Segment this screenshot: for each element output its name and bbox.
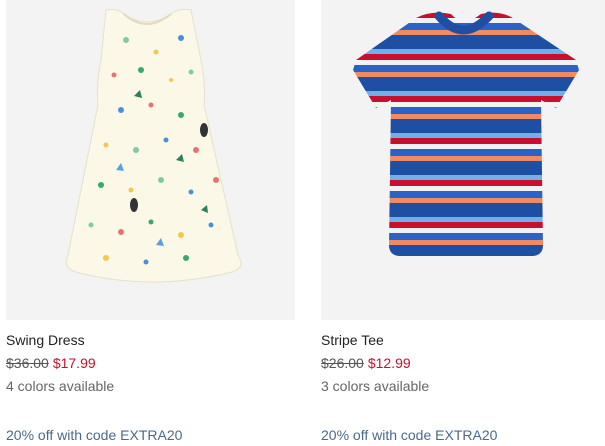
product-card-swing-dress[interactable]: Swing Dress $36.00 $17.99 4 colors availa… — [6, 0, 295, 446]
colors-available[interactable]: 3 colors available — [321, 378, 429, 395]
sale-price: $12.99 — [367, 355, 411, 371]
sale-price: $17.99 — [52, 355, 96, 371]
original-price: $36.00 — [6, 355, 49, 371]
price-row: $26.00 $12.99 — [321, 355, 411, 372]
price-row: $36.00 $17.99 — [6, 355, 96, 372]
product-name[interactable]: Swing Dress — [6, 332, 85, 349]
tee-product-image — [321, 0, 605, 320]
product-image-swing-dress[interactable] — [6, 0, 295, 320]
colors-available[interactable]: 4 colors available — [6, 378, 114, 395]
product-grid: Swing Dress $36.00 $17.99 4 colors availa… — [0, 0, 605, 446]
promo-text: 20% off with code EXTRA20 — [321, 427, 498, 443]
product-image-stripe-tee[interactable] — [321, 0, 605, 320]
original-price: $26.00 — [321, 355, 364, 371]
dress-product-image — [6, 0, 295, 320]
product-name[interactable]: Stripe Tee — [321, 332, 384, 349]
product-card-stripe-tee[interactable]: Stripe Tee $26.00 $12.99 3 colors availab… — [321, 0, 605, 446]
promo-text: 20% off with code EXTRA20 — [6, 427, 183, 443]
